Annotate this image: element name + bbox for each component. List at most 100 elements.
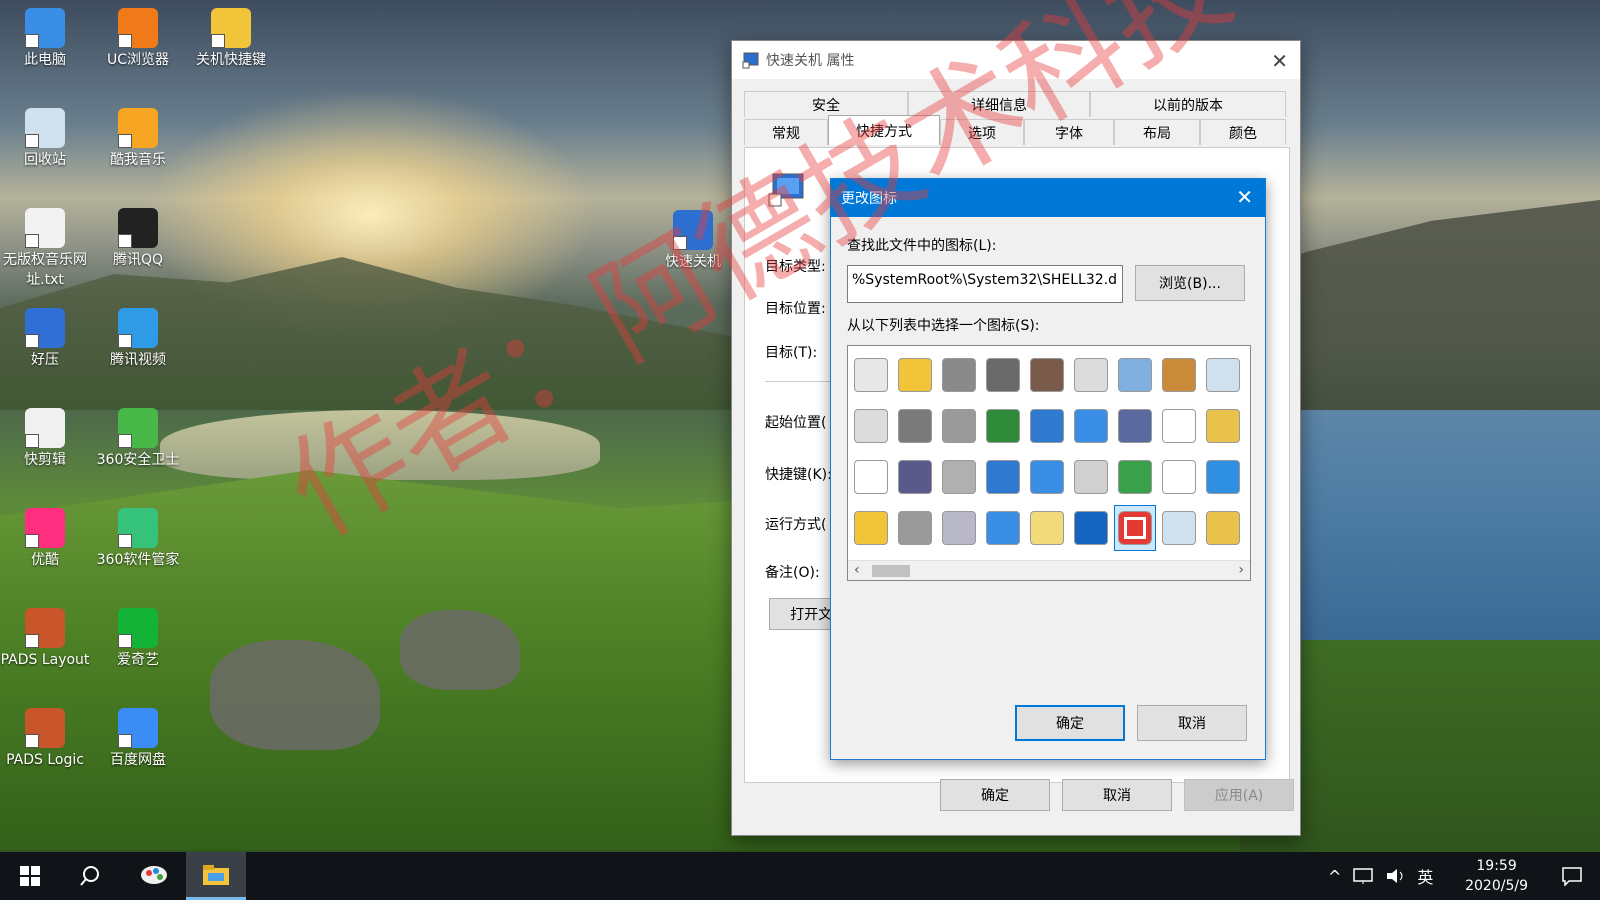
icon-choice[interactable] <box>1026 505 1068 551</box>
icon-choice[interactable] <box>982 505 1024 551</box>
icon-choice[interactable] <box>1070 505 1112 551</box>
icon-file-input[interactable]: %SystemRoot%\System32\SHELL32.d <box>847 265 1123 303</box>
chevron-right-icon[interactable]: › <box>1238 562 1244 578</box>
icon-choice[interactable] <box>1026 454 1068 500</box>
horizontal-scrollbar[interactable]: ‹ › <box>848 560 1250 580</box>
icon-choice[interactable] <box>1202 505 1244 551</box>
desktop-icon[interactable]: 回收站 <box>0 108 90 170</box>
desktop-icon[interactable]: 快剪辑 <box>0 408 90 470</box>
taskbar-app-file-explorer[interactable] <box>186 852 246 900</box>
taskbar-app-paint[interactable] <box>124 852 184 900</box>
icon-choice[interactable] <box>1158 403 1200 449</box>
tab-details[interactable]: 详细信息 <box>908 91 1090 117</box>
desktop-icon[interactable]: 360安全卫士 <box>93 408 183 470</box>
icon-choice[interactable] <box>938 505 980 551</box>
desktop-icon[interactable]: 关机快捷键 <box>186 8 276 70</box>
icon-choice[interactable] <box>894 352 936 398</box>
icon-choice[interactable] <box>894 505 936 551</box>
desktop-icon[interactable]: 好压 <box>0 308 90 370</box>
desktop-icon[interactable]: 快速关机 <box>648 210 738 272</box>
icon-choice[interactable] <box>1114 352 1156 398</box>
ok-button[interactable]: 确定 <box>1015 705 1125 741</box>
icon-choice[interactable] <box>1114 403 1156 449</box>
icon-choice[interactable] <box>1026 403 1068 449</box>
shell-icon <box>1074 409 1108 443</box>
shell-icon <box>1206 460 1240 494</box>
cancel-button[interactable]: 取消 <box>1137 705 1247 741</box>
tab-colors[interactable]: 颜色 <box>1200 119 1286 145</box>
icon-choice[interactable] <box>850 454 892 500</box>
icon-choice[interactable] <box>1070 352 1112 398</box>
tab-security[interactable]: 安全 <box>744 91 908 117</box>
volume-icon[interactable] <box>1385 867 1407 885</box>
cancel-button[interactable]: 取消 <box>1062 779 1172 811</box>
icon-choice[interactable] <box>1158 454 1200 500</box>
icon-choice[interactable] <box>938 454 980 500</box>
close-icon[interactable]: ✕ <box>1236 185 1253 209</box>
tab-general[interactable]: 常规 <box>744 119 828 145</box>
ok-button[interactable]: 确定 <box>940 779 1050 811</box>
icon-choice[interactable] <box>982 454 1024 500</box>
icon-choice[interactable] <box>1158 352 1200 398</box>
icon-choice[interactable] <box>850 403 892 449</box>
properties-title-bar[interactable]: 快速关机 属性 <box>732 41 1300 79</box>
icon-choice[interactable] <box>894 403 936 449</box>
start-button[interactable] <box>0 852 60 900</box>
clock[interactable]: 19:59 2020/5/9 <box>1465 856 1528 896</box>
desktop-icon[interactable]: UC浏览器 <box>93 8 183 70</box>
desktop-icon[interactable]: 优酷 <box>0 508 90 570</box>
icon-choice[interactable] <box>1202 352 1244 398</box>
icon-choice[interactable] <box>894 454 936 500</box>
icon-list[interactable]: ‹ › <box>847 345 1251 581</box>
close-icon[interactable]: ✕ <box>1271 49 1288 73</box>
desktop-icon[interactable]: 酷我音乐 <box>93 108 183 170</box>
icon-choice[interactable] <box>850 505 892 551</box>
icon-choice[interactable] <box>850 352 892 398</box>
change-icon-title: 更改图标 <box>841 191 897 207</box>
tab-layout[interactable]: 布局 <box>1114 119 1200 145</box>
icon-choice[interactable] <box>938 403 980 449</box>
ime-indicator[interactable]: 英 <box>1417 864 1433 888</box>
icon-choice[interactable] <box>1202 403 1244 449</box>
icon-choice[interactable] <box>1070 454 1112 500</box>
desktop-icon[interactable]: 腾讯QQ <box>93 208 183 270</box>
icon-choice[interactable] <box>938 352 980 398</box>
icon-choice[interactable] <box>982 352 1024 398</box>
desktop-icon[interactable]: 爱奇艺 <box>93 608 183 670</box>
desktop-icon[interactable]: PADS Logic <box>0 708 90 770</box>
icon-choice[interactable] <box>982 403 1024 449</box>
app-icon <box>25 308 65 348</box>
tab-previous-versions[interactable]: 以前的版本 <box>1090 91 1286 117</box>
icon-choice[interactable] <box>1114 505 1156 551</box>
search-button[interactable] <box>60 852 120 900</box>
tab-options[interactable]: 选项 <box>940 119 1024 145</box>
icon-choice[interactable] <box>1114 454 1156 500</box>
desktop-icon[interactable]: 百度网盘 <box>93 708 183 770</box>
tab-font[interactable]: 字体 <box>1024 119 1114 145</box>
icon-choice[interactable] <box>1158 505 1200 551</box>
shell-icon <box>986 409 1020 443</box>
desktop-icon[interactable]: 此电脑 <box>0 8 90 70</box>
icon-choice[interactable] <box>1070 403 1112 449</box>
browse-button[interactable]: 浏览(B)... <box>1135 265 1245 301</box>
app-icon <box>25 108 65 148</box>
scrollbar-thumb[interactable] <box>872 565 910 577</box>
shell-icon <box>1162 409 1196 443</box>
apply-button[interactable]: 应用(A) <box>1184 779 1294 811</box>
app-icon <box>118 8 158 48</box>
tab-shortcut[interactable]: 快捷方式 <box>828 115 940 145</box>
desktop-icon[interactable]: PADS Layout <box>0 608 90 670</box>
shell-icon <box>942 460 976 494</box>
chevron-left-icon[interactable]: ‹ <box>854 562 860 578</box>
change-icon-title-bar[interactable]: 更改图标 <box>831 179 1265 217</box>
network-icon[interactable] <box>1353 867 1375 885</box>
desktop-icon[interactable]: 无版权音乐网址.txt <box>0 208 90 290</box>
icon-choice[interactable] <box>1202 454 1244 500</box>
icon-choice[interactable] <box>1026 352 1068 398</box>
desktop-icon[interactable]: 腾讯视频 <box>93 308 183 370</box>
chevron-up-icon[interactable]: ^ <box>1328 867 1341 886</box>
icon-list-label: 从以下列表中选择一个图标(S): <box>847 318 1040 334</box>
desktop-icon[interactable]: 360软件管家 <box>93 508 183 570</box>
desktop-icon-label: 优酷 <box>31 552 59 568</box>
action-center-button[interactable] <box>1544 852 1600 900</box>
